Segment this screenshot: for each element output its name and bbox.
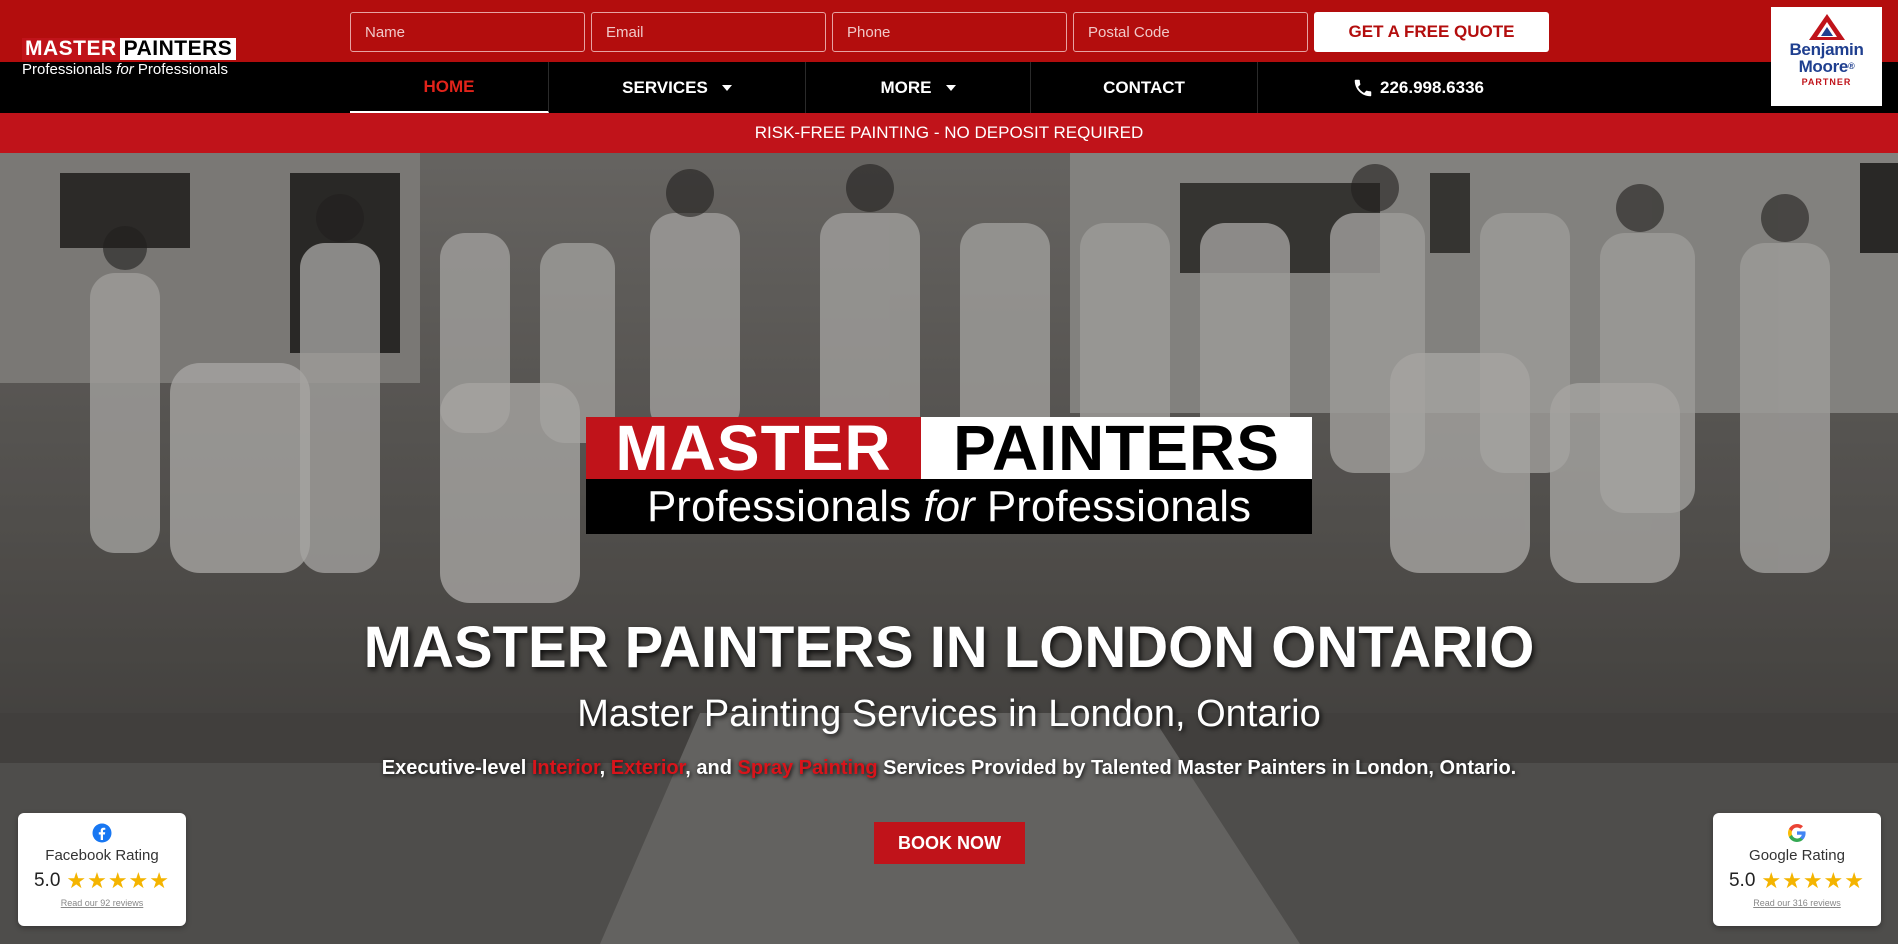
facebook-reviews-link[interactable]: Read our 92 reviews	[18, 898, 186, 908]
registered-mark: ®	[1848, 61, 1855, 71]
exterior-link[interactable]: Exterior	[611, 757, 685, 779]
facebook-icon	[92, 823, 112, 843]
nav-item-home[interactable]: HOME	[350, 62, 549, 113]
get-free-quote-button[interactable]: GET A FREE QUOTE	[1314, 12, 1549, 52]
partner-name-line2: Moore	[1798, 57, 1849, 76]
hero-title: MASTER PAINTERS IN LONDON ONTARIO	[363, 615, 1535, 680]
facebook-star-rating: ★★★★★	[66, 868, 171, 893]
logo-tagline-a: Professionals	[22, 61, 117, 78]
nav-item-services[interactable]: SERVICES	[549, 62, 806, 113]
hero-description: Executive-level Interior, Exterior, and …	[0, 755, 1898, 781]
google-star-rating: ★★★★★	[1761, 868, 1866, 893]
phone-icon	[1354, 79, 1372, 96]
nav-label-contact: CONTACT	[1103, 77, 1185, 97]
logo-tagline: Professionals for Professionals	[22, 61, 268, 79]
nav-label-services: SERVICES	[622, 77, 708, 97]
google-rating-score: 5.0	[1728, 870, 1756, 891]
nav-phone-number: 226.998.6336	[1380, 77, 1484, 97]
google-rating-label: Google Rating	[1749, 847, 1845, 864]
hero-logo: MASTER PAINTERS Professionals for Profes…	[586, 416, 1312, 534]
interior-link[interactable]: Interior	[532, 757, 600, 779]
nav-item-more[interactable]: MORE	[806, 62, 1031, 113]
email-field[interactable]	[591, 12, 826, 52]
chevron-down-icon	[945, 84, 956, 91]
site-header: MASTER PAINTERS Professionals for Profes…	[0, 0, 1898, 113]
postal-code-field[interactable]	[1073, 12, 1308, 52]
hero-logo-tagline: Professionals for Professionals	[586, 479, 1312, 534]
google-reviews-link[interactable]: Read our 316 reviews	[1713, 898, 1881, 908]
main-nav: HOME SERVICES MORE CONTACT 226.998.6336	[350, 62, 1578, 113]
hero-tagline-a: Professionals	[646, 482, 924, 531]
nav-label-home: HOME	[423, 76, 475, 96]
quote-form: GET A FREE QUOTE	[350, 12, 1549, 52]
facebook-rating-widget[interactable]: Facebook Rating 5.0 ★★★★★ Read our 92 re…	[18, 813, 186, 926]
announcement-bar: RISK-FREE PAINTING - NO DEPOSIT REQUIRED	[0, 113, 1898, 153]
partner-name-line1: Benjamin	[1789, 40, 1864, 59]
logo-painters-text: PAINTERS	[119, 38, 237, 60]
desc-suffix: Services Provided by Talented Master Pai…	[877, 757, 1517, 779]
desc-sep1: ,	[599, 757, 611, 779]
hero-logo-wordmark: MASTER PAINTERS	[586, 416, 1312, 480]
hero-section: MASTER PAINTERS Professionals for Profes…	[0, 153, 1898, 944]
hero-tagline-c: Professionals	[974, 482, 1252, 531]
nav-item-contact[interactable]: CONTACT	[1031, 62, 1258, 113]
google-icon	[1788, 824, 1806, 842]
desc-sep2: , and	[685, 757, 738, 779]
facebook-rating-score: 5.0	[33, 870, 61, 891]
book-now-button[interactable]: BOOK NOW	[874, 822, 1025, 864]
partner-label: PARTNER	[1801, 77, 1852, 87]
phone-field[interactable]	[832, 12, 1067, 52]
facebook-rating-row: 5.0 ★★★★★	[18, 868, 186, 894]
logo-wordmark: MASTER PAINTERS	[22, 38, 268, 60]
logo-tagline-c: Professionals	[133, 61, 228, 78]
name-field[interactable]	[350, 12, 585, 52]
spray-painting-link[interactable]: Spray Painting	[738, 757, 878, 779]
desc-prefix: Executive-level	[381, 757, 532, 779]
facebook-rating-label: Facebook Rating	[45, 847, 159, 864]
benjamin-moore-partner-badge[interactable]: Benjamin Moore® PARTNER	[1771, 7, 1882, 106]
nav-item-phone[interactable]: 226.998.6336	[1258, 62, 1578, 113]
hero-logo-master: MASTER	[586, 416, 921, 480]
hero-subtitle: Master Painting Services in London, Onta…	[577, 693, 1321, 735]
partner-name-line2-wrap: Moore®	[1799, 58, 1855, 75]
announcement-text: RISK-FREE PAINTING - NO DEPOSIT REQUIRED	[754, 123, 1144, 142]
chevron-down-icon	[721, 84, 732, 91]
google-rating-widget[interactable]: Google Rating 5.0 ★★★★★ Read our 316 rev…	[1713, 813, 1881, 926]
logo-master-text: MASTER	[22, 38, 120, 60]
hero-logo-painters: PAINTERS	[921, 416, 1312, 480]
nav-label-more: MORE	[880, 77, 932, 97]
logo-tagline-b: for	[116, 61, 134, 78]
site-logo[interactable]: MASTER PAINTERS Professionals for Profes…	[22, 38, 268, 79]
google-rating-row: 5.0 ★★★★★	[1713, 868, 1881, 894]
benjamin-moore-logo-icon	[1808, 14, 1845, 40]
hero-tagline-b: for	[923, 482, 975, 531]
